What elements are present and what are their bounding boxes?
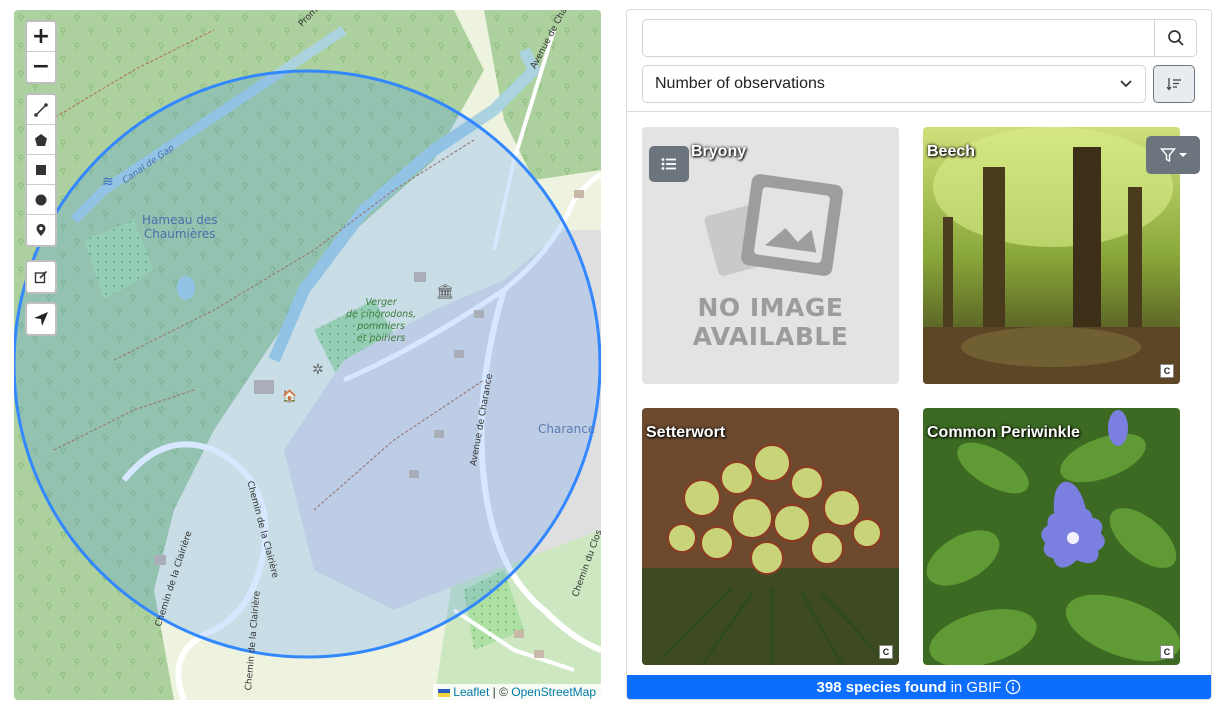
species-card[interactable]: Common Periwinkle C xyxy=(923,408,1180,665)
edit-icon xyxy=(34,270,48,284)
draw-polyline-button[interactable] xyxy=(27,95,55,125)
circle-icon xyxy=(35,194,47,205)
species-name: Setterwort xyxy=(646,424,726,441)
species-card-grid: NO IMAGE AVAILABLE Bryony Beech C Setter… xyxy=(642,127,1202,677)
species-card[interactable]: Beech C xyxy=(923,127,1180,384)
map-label-hamlet: Hameau des Chaumières xyxy=(142,213,218,241)
species-panel: Number of observations NO IMAGE AVAILABL… xyxy=(626,9,1212,700)
map-attribution: Leaflet | © OpenStreetMap xyxy=(433,684,601,700)
map-label-orchard: Verger de cinorodons, pommiers et poirie… xyxy=(346,297,417,344)
filter-icon xyxy=(1159,148,1176,163)
svg-text:🏛: 🏛 xyxy=(436,283,454,299)
locate-button[interactable] xyxy=(27,304,55,334)
no-image-text-line2: AVAILABLE xyxy=(692,322,849,351)
search-input[interactable] xyxy=(643,20,1154,56)
results-source: in GBIF xyxy=(950,678,1002,696)
license-badge: C xyxy=(1160,364,1174,378)
sort-order-button[interactable] xyxy=(1153,65,1195,103)
zoom-in-button[interactable]: + xyxy=(27,22,55,52)
list-icon xyxy=(661,158,676,170)
no-image-text-line1: NO IMAGE xyxy=(697,293,844,322)
species-name: Common Periwinkle xyxy=(927,424,1080,441)
svg-text:≋: ≋ xyxy=(102,173,114,189)
marker-icon xyxy=(36,224,46,236)
attribution-separator: | © xyxy=(489,685,512,699)
osm-link[interactable]: OpenStreetMap xyxy=(511,685,596,699)
location-arrow-icon xyxy=(34,312,48,326)
sort-descending-icon xyxy=(1166,78,1181,91)
results-summary-bar: 398 species found in GBIF xyxy=(627,675,1211,699)
polygon-icon xyxy=(35,133,47,146)
sort-select-value: Number of observations xyxy=(655,75,825,92)
zoom-out-button[interactable]: − xyxy=(27,52,55,82)
edit-layers-button[interactable] xyxy=(27,262,55,292)
search-icon xyxy=(1167,30,1184,46)
leaflet-link[interactable]: Leaflet xyxy=(453,685,489,699)
ukraine-flag-icon xyxy=(438,688,451,697)
species-name: Beech xyxy=(927,143,976,160)
draw-rectangle-button[interactable] xyxy=(27,155,55,185)
species-card[interactable]: Setterwort C xyxy=(642,408,899,665)
locate-control xyxy=(25,302,57,336)
map-label-district: Charance xyxy=(538,422,596,436)
polyline-icon xyxy=(34,102,48,117)
license-badge: C xyxy=(1160,645,1174,659)
species-name: Bryony xyxy=(691,143,747,160)
license-badge: C xyxy=(879,645,893,659)
chevron-down-icon xyxy=(1120,80,1132,88)
caret-down-icon xyxy=(1178,153,1187,157)
zoom-control: + − xyxy=(25,20,57,84)
species-photo xyxy=(923,127,1180,384)
draw-polygon-button[interactable] xyxy=(27,125,55,155)
sort-select[interactable]: Number of observations xyxy=(642,65,1146,103)
list-view-button[interactable] xyxy=(649,146,689,182)
species-photo xyxy=(642,408,899,665)
draw-circle-button[interactable] xyxy=(27,185,55,215)
info-icon[interactable] xyxy=(1005,679,1021,695)
map-view[interactable]: 🏛 🏠 ✲ ≋ Hameau des Chaumières Verger de … xyxy=(14,10,601,700)
species-count: 398 species found xyxy=(816,678,947,696)
filter-dropdown-button[interactable] xyxy=(1146,136,1200,174)
rectangle-icon xyxy=(36,164,46,175)
search-button[interactable] xyxy=(1154,20,1196,56)
svg-text:🏠: 🏠 xyxy=(282,389,297,403)
search-bar xyxy=(642,19,1197,57)
species-photo xyxy=(923,408,1180,665)
svg-text:✲: ✲ xyxy=(312,361,324,377)
selection-circle xyxy=(14,69,601,659)
edit-toolbar xyxy=(25,260,57,294)
divider xyxy=(627,111,1211,112)
draw-marker-button[interactable] xyxy=(27,215,55,245)
basemap-tiles: 🏛 🏠 ✲ ≋ xyxy=(14,10,601,700)
draw-toolbar xyxy=(25,93,57,247)
